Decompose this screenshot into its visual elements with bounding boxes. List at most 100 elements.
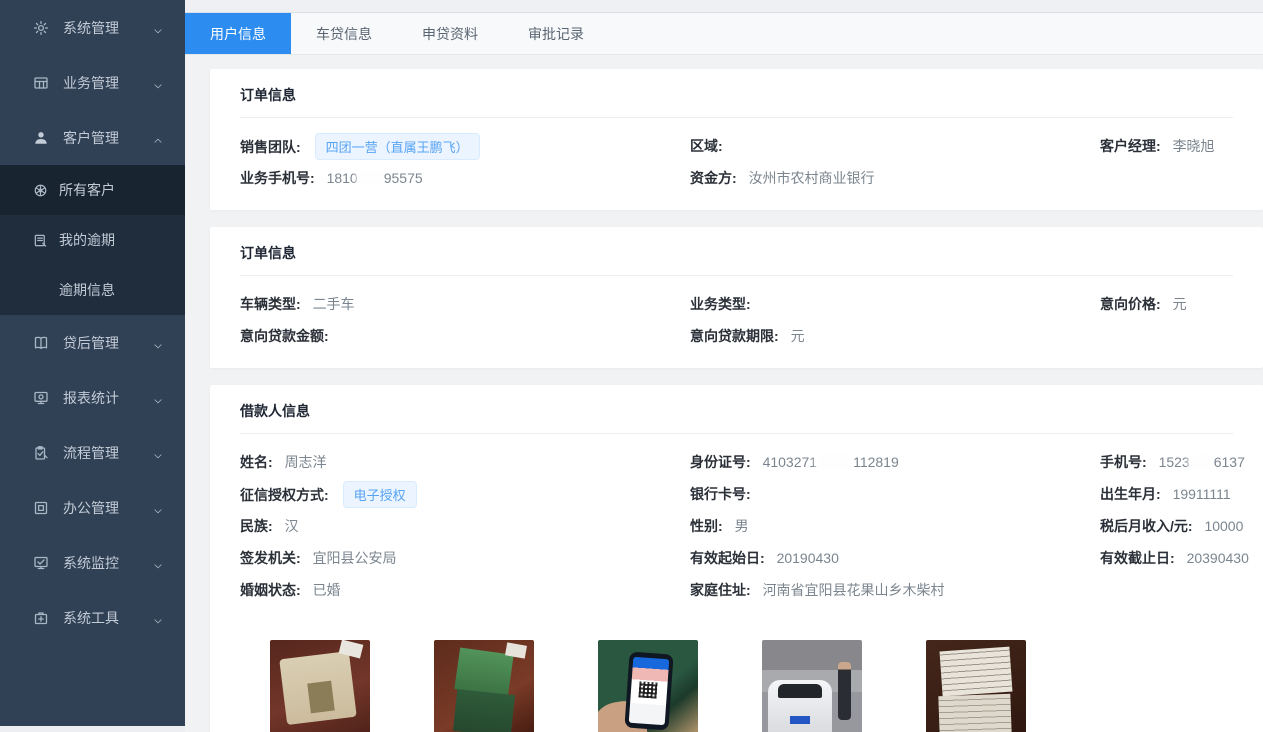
- field-value: 汉: [285, 518, 299, 534]
- chevron-down-icon: [153, 448, 163, 458]
- field-gender: 性别: 男: [690, 516, 1100, 536]
- sidebar-item-system-tools[interactable]: 系统工具: [0, 590, 185, 645]
- field-value: 李晓旭: [1173, 138, 1215, 154]
- field-label: 有效截止日:: [1100, 550, 1175, 566]
- sidebar-item-label: 所有客户: [59, 180, 115, 200]
- photo-green-booklet[interactable]: [434, 640, 534, 732]
- field-bank-card: 银行卡号:: [690, 484, 1100, 504]
- sidebar-item-label: 办公管理: [63, 498, 119, 518]
- field-label: 业务类型:: [690, 296, 751, 312]
- sidebar-item-process-management[interactable]: 流程管理: [0, 425, 185, 480]
- field-loan-amount: 意向贷款金额:: [240, 326, 690, 346]
- sidebar-item-my-overdue[interactable]: 我的逾期: [0, 215, 185, 265]
- sidebar-item-label: 客户管理: [63, 128, 119, 148]
- field-valid-from: 有效起始日: 20190430: [690, 548, 1100, 568]
- sidebar-item-label: 系统管理: [63, 18, 119, 38]
- book-icon: [33, 335, 49, 351]
- field-income: 税后月收入/元: 10000: [1100, 516, 1243, 536]
- field-label: 客户经理:: [1100, 138, 1161, 154]
- field-label: 征信授权方式:: [240, 487, 329, 503]
- document-photos: 身份证 驾驶证副页 授权码 人车照 其他材料: [240, 622, 1233, 732]
- field-region: 区域:: [690, 136, 1100, 156]
- tab-user-info[interactable]: 用户信息: [185, 13, 291, 54]
- field-value: 19911111: [1173, 486, 1231, 502]
- field-value: 20390430: [1187, 550, 1249, 566]
- field-label: 婚姻状态:: [240, 582, 301, 598]
- photo-person-with-car[interactable]: [762, 640, 862, 732]
- chevron-down-icon: [153, 23, 163, 33]
- field-id-number: 身份证号: 4103271112819: [690, 452, 1100, 472]
- tab-loan-application-docs[interactable]: 申贷资料: [397, 13, 503, 54]
- field-marital-status: 婚姻状态: 已婚: [240, 580, 690, 600]
- field-ethnicity: 民族: 汉: [240, 516, 690, 536]
- field-valid-to: 有效截止日: 20390430: [1100, 548, 1249, 568]
- field-label: 销售团队:: [240, 139, 301, 155]
- field-loan-term: 意向贷款期限: 元: [690, 326, 1100, 346]
- card-title: 借款人信息: [240, 385, 1233, 434]
- field-label: 姓名:: [240, 454, 273, 470]
- tab-approval-records[interactable]: 审批记录: [503, 13, 609, 54]
- toolbox-icon: [33, 610, 49, 626]
- field-value: 男: [735, 518, 749, 534]
- field-issuer: 签发机关: 宜阳县公安局: [240, 548, 690, 568]
- field-sales-team: 销售团队: 四团一营（直属王鹏飞）: [240, 133, 690, 160]
- order-info-card-2: 订单信息 车辆类型: 二手车 业务类型: 意向价格: 元: [210, 227, 1263, 368]
- sidebar-item-label: 贷后管理: [63, 333, 119, 353]
- sidebar-item-label: 业务管理: [63, 73, 119, 93]
- chevron-down-icon: [153, 78, 163, 88]
- field-label: 家庭住址:: [690, 582, 751, 598]
- sidebar-item-report-statistics[interactable]: 报表统计: [0, 370, 185, 425]
- field-label: 税后月收入/元:: [1100, 518, 1193, 534]
- main-area: 用户信息 车贷信息 申贷资料 审批记录 订单信息 销售团队: 四团一营（直属王鹏…: [185, 0, 1263, 732]
- sidebar-item-business-management[interactable]: 业务管理: [0, 55, 185, 110]
- sidebar-item-label: 我的逾期: [59, 230, 115, 250]
- field-customer-manager: 客户经理: 李晓旭: [1100, 136, 1233, 156]
- chevron-down-icon: [153, 558, 163, 568]
- sidebar-item-system-monitor[interactable]: 系统监控: [0, 535, 185, 590]
- sidebar-item-all-customers[interactable]: 所有客户: [0, 165, 185, 215]
- tab-car-loan-info[interactable]: 车贷信息: [291, 13, 397, 54]
- field-label: 意向价格:: [1100, 296, 1161, 312]
- field-address: 家庭住址: 河南省宜阳县花果山乡木柴村: [690, 580, 1100, 600]
- field-value: 4103271112819: [763, 454, 899, 470]
- sidebar-item-system-management[interactable]: 系统管理: [0, 0, 185, 55]
- field-mobile: 手机号: 15236137: [1100, 452, 1245, 472]
- chevron-down-icon: [153, 338, 163, 348]
- redaction-blur: [359, 170, 383, 185]
- field-label: 性别:: [690, 518, 723, 534]
- field-label: 签发机关:: [240, 550, 301, 566]
- photo-paper-documents[interactable]: [926, 640, 1026, 732]
- field-value: 15236137: [1159, 454, 1245, 470]
- borrower-info-card: 借款人信息 姓名: 周志洋 身份证号: 4103271112819 手机号: 1…: [210, 385, 1263, 732]
- wheel-icon: [33, 183, 48, 198]
- chevron-up-icon: [153, 133, 163, 143]
- field-value: 20190430: [777, 550, 839, 566]
- detail-tabs: 用户信息 车贷信息 申贷资料 审批记录: [185, 13, 1263, 55]
- photo-id-card[interactable]: [270, 640, 370, 732]
- field-label: 业务手机号:: [240, 170, 315, 186]
- sales-team-tag[interactable]: 四团一营（直属王鹏飞）: [315, 133, 480, 160]
- redaction-blur: [818, 454, 852, 469]
- photo-item: 人车照: [762, 640, 862, 732]
- document-icon: [33, 233, 48, 248]
- chevron-down-icon: [153, 613, 163, 623]
- square-icon: [33, 500, 49, 516]
- field-value: 周志洋: [285, 454, 327, 470]
- field-label: 车辆类型:: [240, 296, 301, 312]
- photo-phone-qr-code[interactable]: [598, 640, 698, 732]
- chevron-down-icon: [153, 503, 163, 513]
- field-label: 手机号:: [1100, 454, 1147, 470]
- field-label: 有效起始日:: [690, 550, 765, 566]
- field-value: 181095575: [327, 170, 423, 186]
- field-business-type: 业务类型:: [690, 294, 1100, 314]
- credit-auth-tag[interactable]: 电子授权: [343, 481, 417, 508]
- sidebar-item-customer-management[interactable]: 客户管理: [0, 110, 185, 165]
- field-label: 出生年月:: [1100, 486, 1161, 502]
- sidebar-item-postloan-management[interactable]: 贷后管理: [0, 315, 185, 370]
- sidebar-item-overdue-info[interactable]: 逾期信息: [0, 265, 185, 315]
- top-strip: [185, 0, 1263, 13]
- field-label: 银行卡号:: [690, 486, 751, 502]
- sidebar-item-label: 流程管理: [63, 443, 119, 463]
- content-area: 订单信息 销售团队: 四团一营（直属王鹏飞） 区域: 客户经理: 李晓旭: [185, 55, 1263, 732]
- sidebar-item-office-management[interactable]: 办公管理: [0, 480, 185, 535]
